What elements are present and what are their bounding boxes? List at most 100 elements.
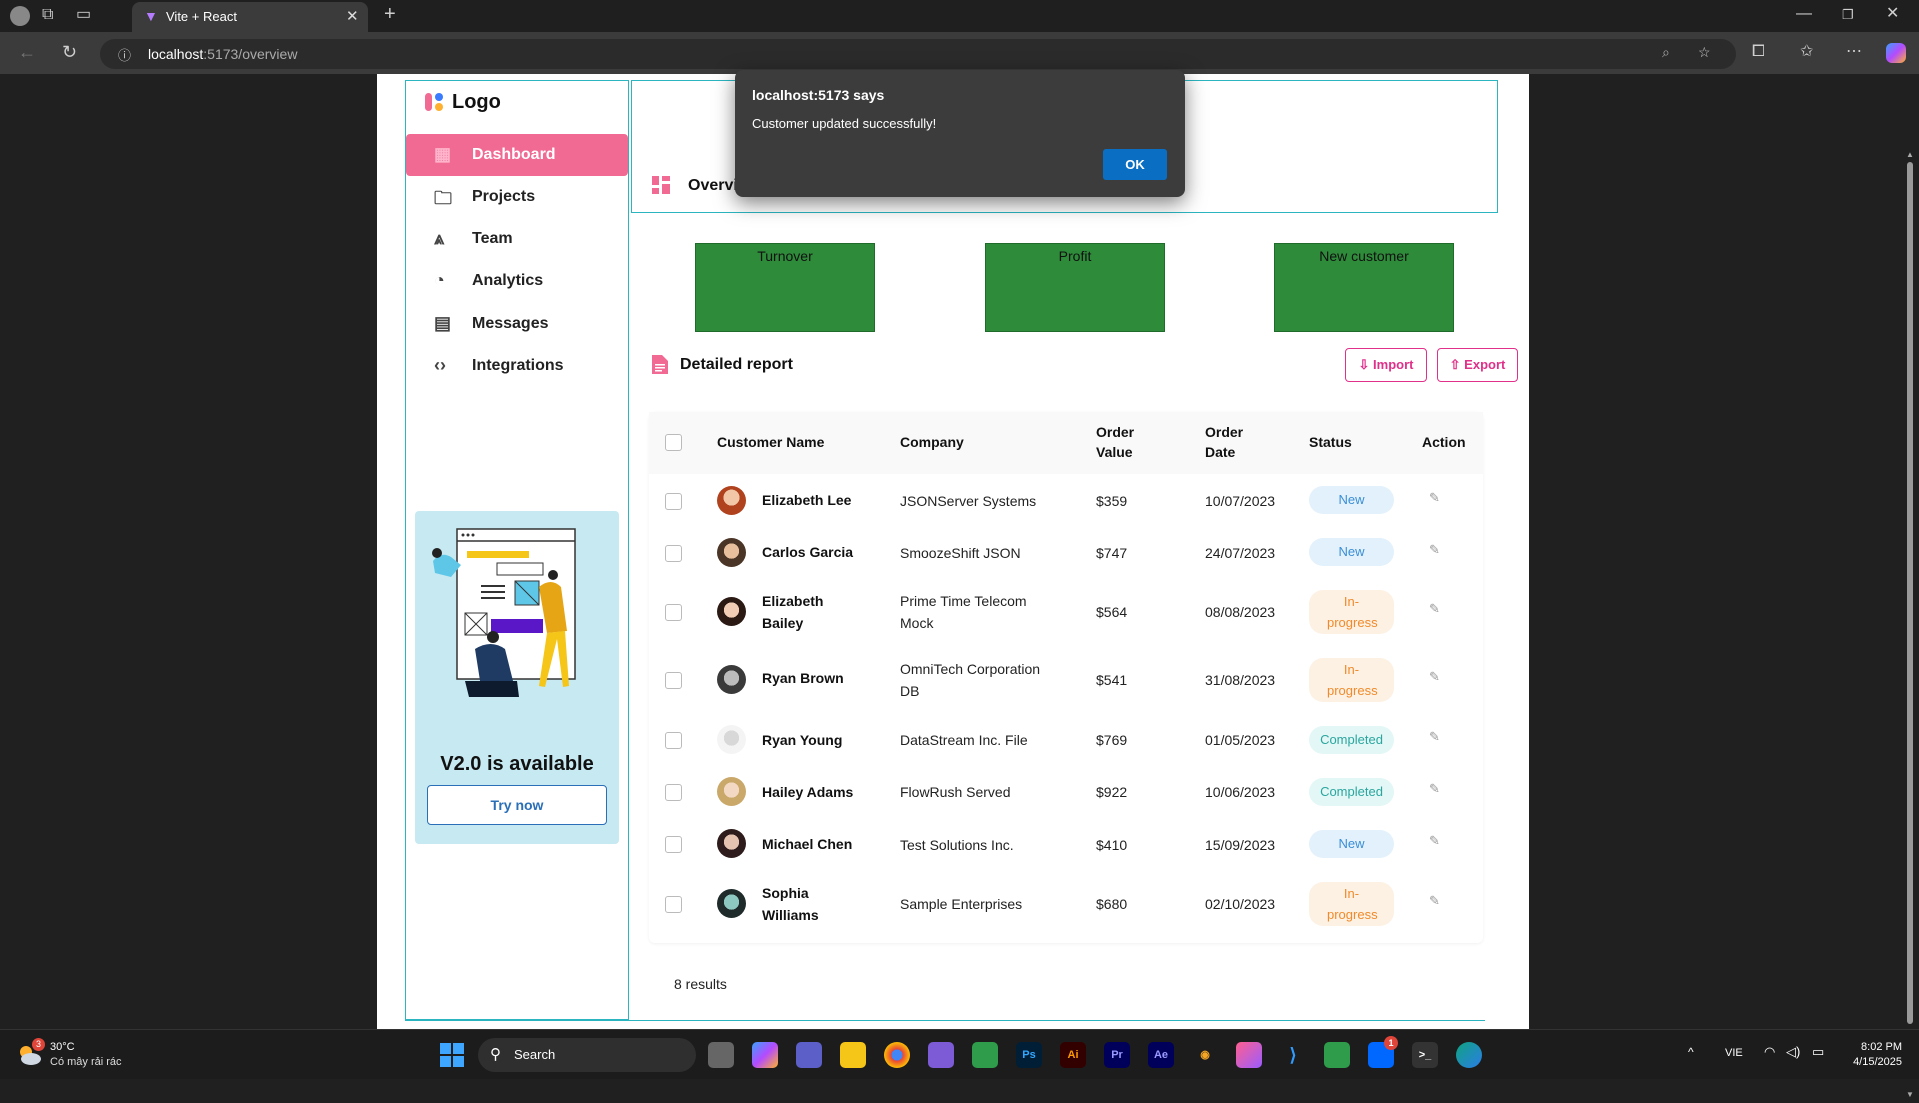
table-row[interactable]: Sophia Williams Sample Enterprises $680 … — [649, 870, 1483, 938]
favorite-star-icon[interactable]: ☆ — [1698, 44, 1711, 61]
minimize-icon[interactable]: — — [1796, 5, 1812, 23]
table-row[interactable]: Hailey Adams FlowRush Served $922 10/06/… — [649, 766, 1483, 818]
table-row[interactable]: Ryan Brown OmniTech Corporation DB $541 … — [649, 646, 1483, 714]
back-icon[interactable]: ← — [18, 43, 36, 61]
row-checkbox[interactable] — [665, 896, 682, 913]
scrollbar[interactable]: ▲ ▼ — [1902, 148, 1919, 1103]
sidebar-item-integrations[interactable]: ‹› Integrations — [406, 345, 630, 387]
restore-icon[interactable]: ❐ — [1842, 6, 1854, 24]
clock-date[interactable]: 4/15/2025 — [1842, 1056, 1902, 1068]
row-checkbox[interactable] — [665, 545, 682, 562]
table-row[interactable]: Elizabeth Lee JSONServer Systems $359 10… — [649, 474, 1483, 526]
zoom-icon[interactable]: ⌕ — [1662, 44, 1670, 61]
teams-icon[interactable] — [796, 1042, 822, 1068]
company: OmniTech Corporation DB — [900, 661, 1041, 699]
col-order-date[interactable]: Order Date — [1205, 422, 1255, 462]
col-customer-name[interactable]: Customer Name — [717, 432, 824, 452]
sidebar-item-analytics[interactable]: ◔ Analytics — [406, 260, 630, 302]
terminal-icon[interactable]: >_ — [1412, 1042, 1438, 1068]
close-window-icon[interactable]: ✕ — [1886, 5, 1899, 23]
premiere-icon[interactable]: Pr — [1104, 1042, 1130, 1068]
customer-name: Sophia Williams — [762, 885, 819, 923]
language-indicator[interactable]: VIE — [1725, 1047, 1743, 1059]
row-checkbox[interactable] — [665, 732, 682, 749]
footer-border — [405, 1020, 1485, 1021]
taskbar-search[interactable]: ⚲ Search — [478, 1038, 696, 1072]
row-checkbox[interactable] — [665, 672, 682, 689]
app-icon[interactable] — [1324, 1042, 1350, 1068]
edge-icon[interactable] — [1456, 1042, 1482, 1068]
table-row[interactable]: Elizabeth Bailey Prime Time Telecom Mock… — [649, 578, 1483, 646]
battery-icon[interactable]: ▭ — [1812, 1044, 1824, 1060]
company: SmoozeShift JSON — [900, 545, 1021, 561]
scrollbar-thumb[interactable] — [1907, 162, 1913, 1024]
favorites-icon[interactable]: ✩ — [1800, 43, 1813, 61]
vscode-icon[interactable]: ⟩ — [1280, 1042, 1306, 1068]
extensions-icon[interactable]: ⧠ — [1752, 43, 1765, 61]
edit-icon[interactable]: ✎ — [1429, 601, 1440, 617]
copilot-icon[interactable] — [1886, 43, 1906, 63]
row-checkbox[interactable] — [665, 784, 682, 801]
edit-icon[interactable]: ✎ — [1429, 490, 1440, 506]
tray-chevron-icon[interactable]: ^ — [1688, 1045, 1694, 1059]
select-all-checkbox[interactable] — [665, 434, 682, 451]
profile-icon[interactable] — [10, 6, 30, 26]
new-tab-icon[interactable]: + — [384, 4, 396, 24]
try-now-button[interactable]: Try now — [427, 785, 607, 825]
edit-icon[interactable]: ✎ — [1429, 893, 1440, 909]
row-checkbox[interactable] — [665, 836, 682, 853]
col-order-value[interactable]: Order Value — [1096, 422, 1146, 462]
avatar — [717, 665, 746, 694]
app-icon[interactable] — [1236, 1042, 1262, 1068]
sidebar-item-team[interactable]: ⩓ Team — [406, 218, 630, 260]
wifi-icon[interactable]: ◠ — [1764, 1044, 1775, 1060]
photoshop-icon[interactable]: Ps — [1016, 1042, 1042, 1068]
import-button[interactable]: ⇩ Import — [1345, 348, 1427, 382]
scroll-down-icon[interactable]: ▼ — [1906, 1090, 1914, 1099]
site-info-icon[interactable]: ⓘ — [118, 45, 131, 64]
sidebar-item-messages[interactable]: ▤ Messages — [406, 303, 630, 345]
table-row[interactable]: Michael Chen Test Solutions Inc. $410 15… — [649, 818, 1483, 870]
export-button[interactable]: ⇧ Export — [1437, 348, 1518, 382]
col-company[interactable]: Company — [900, 432, 964, 452]
app-icon[interactable] — [972, 1042, 998, 1068]
more-menu-icon[interactable]: ⋯ — [1846, 43, 1862, 61]
row-checkbox[interactable] — [665, 604, 682, 621]
status-badge: In-progress — [1309, 658, 1394, 702]
table-row[interactable]: Carlos Garcia SmoozeShift JSON $747 24/0… — [649, 526, 1483, 578]
edit-icon[interactable]: ✎ — [1429, 542, 1440, 558]
edit-icon[interactable]: ✎ — [1429, 781, 1440, 797]
file-explorer-icon[interactable] — [840, 1042, 866, 1068]
close-tab-icon[interactable]: ✕ — [346, 7, 359, 25]
table-row[interactable]: Ryan Young DataStream Inc. File $769 01/… — [649, 714, 1483, 766]
task-view-icon[interactable] — [708, 1042, 734, 1068]
refresh-icon[interactable]: ↻ — [62, 43, 77, 61]
copilot-app-icon[interactable] — [752, 1042, 778, 1068]
edit-icon[interactable]: ✎ — [1429, 833, 1440, 849]
sidebar-item-dashboard[interactable]: ▦ Dashboard — [406, 134, 628, 176]
blender-icon[interactable]: ◉ — [1192, 1042, 1218, 1068]
url-bar[interactable]: ⓘ localhost:5173/overview ⌕ ☆ — [100, 39, 1736, 69]
edit-icon[interactable]: ✎ — [1429, 729, 1440, 745]
status-badge: New — [1309, 830, 1394, 858]
zalo-icon[interactable]: 1 — [1368, 1036, 1398, 1068]
clock-time[interactable]: 8:02 PM — [1842, 1041, 1902, 1053]
volume-icon[interactable]: ◁) — [1786, 1044, 1800, 1060]
dialog-ok-button[interactable]: OK — [1103, 149, 1167, 180]
illustrator-icon[interactable]: Ai — [1060, 1042, 1086, 1068]
chrome-icon[interactable] — [884, 1042, 910, 1068]
weather-icon[interactable]: 3 — [16, 1038, 45, 1068]
edit-icon[interactable]: ✎ — [1429, 669, 1440, 685]
col-status[interactable]: Status — [1309, 432, 1352, 452]
tab-actions-icon[interactable]: ▭ — [76, 6, 91, 24]
scroll-up-icon[interactable]: ▲ — [1906, 150, 1914, 159]
order-date: 31/08/2023 — [1205, 672, 1276, 688]
workspaces-icon[interactable]: ⧉ — [42, 6, 53, 24]
row-checkbox[interactable] — [665, 493, 682, 510]
app-icon[interactable] — [928, 1042, 954, 1068]
dashboard-icon: ▦ — [434, 144, 452, 164]
after-effects-icon[interactable]: Ae — [1148, 1042, 1174, 1068]
start-icon[interactable] — [440, 1043, 464, 1067]
sidebar-item-projects[interactable]: 🗀 Projects — [406, 176, 630, 218]
browser-tab[interactable]: ▼ Vite + React ✕ — [132, 2, 368, 32]
